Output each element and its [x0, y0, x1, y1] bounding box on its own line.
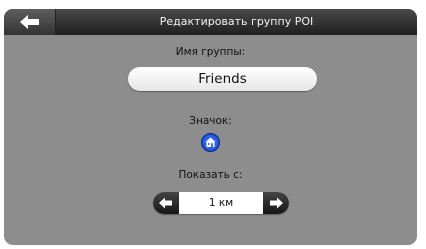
show-from-value: 1 км — [208, 197, 234, 209]
arrow-left-icon — [159, 197, 172, 209]
dialog-window: Редактировать группу POI Имя группы: Fri… — [4, 9, 417, 245]
show-from-stepper: 1 км — [153, 192, 289, 214]
arrow-left-icon — [20, 15, 39, 29]
show-from-label: Показать с: — [178, 169, 243, 181]
decrease-button[interactable] — [153, 192, 179, 214]
building-poi-icon — [201, 133, 220, 152]
back-button[interactable] — [4, 9, 56, 35]
group-name-field[interactable]: Friends — [128, 67, 317, 91]
arrow-right-icon — [270, 197, 283, 209]
increase-button[interactable] — [263, 192, 289, 214]
page-title: Редактировать группу POI — [159, 15, 314, 28]
poi-group-icon-button[interactable] — [201, 133, 220, 152]
group-name-label: Имя группы: — [175, 46, 246, 58]
icon-label: Значок: — [189, 115, 232, 127]
title-bar: Редактировать группу POI — [4, 9, 417, 35]
